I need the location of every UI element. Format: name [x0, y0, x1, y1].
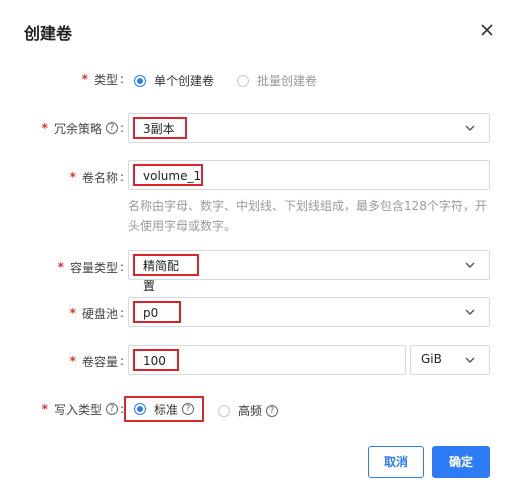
capacity-type-value: 精简配置 — [133, 254, 199, 293]
create-volume-dialog: 创建卷 * 类型: 单个创建卷 批量创建卷 * 冗余策略?: 3副本 * 卷名称: v… — [0, 0, 517, 496]
write-type-label: * 写入类型?: — [41, 402, 124, 417]
redundancy-label: * 冗余策略?: — [41, 121, 124, 136]
type-label: * 类型: — [81, 72, 124, 87]
volume-name-value: volume_1 — [133, 164, 203, 186]
chevron-down-icon — [465, 262, 475, 268]
radio-write-high-frequency[interactable]: 高频 ? — [218, 402, 279, 419]
capacity-input[interactable]: 100 — [128, 345, 406, 375]
capacity-type-select[interactable]: 精简配置 — [128, 250, 490, 293]
name-label: * 卷名称: — [69, 170, 124, 185]
name-hint: 名称由字母、数字、中划线、下划线组成，最多包含128个字符，开头使用字母或数字。 — [128, 199, 487, 233]
disk-pool-select[interactable]: p0 — [128, 297, 490, 327]
radio-batch-create[interactable]: 批量创建卷 — [237, 72, 317, 89]
radio-single-create[interactable]: 单个创建卷 — [134, 72, 214, 89]
chevron-down-icon — [465, 125, 475, 131]
radio-write-standard[interactable]: 标准 ? — [124, 396, 205, 422]
help-icon[interactable]: ? — [105, 403, 118, 415]
redundancy-value: 3副本 — [133, 117, 187, 139]
capacity-value: 100 — [133, 349, 179, 371]
help-icon[interactable]: ? — [182, 403, 195, 415]
confirm-button[interactable]: 确定 — [432, 446, 490, 478]
help-icon[interactable]: ? — [105, 122, 118, 134]
radio-checked-icon — [134, 74, 146, 87]
close-icon[interactable] — [479, 22, 495, 38]
chevron-down-icon — [465, 357, 475, 363]
capacity-label: * 卷容量: — [69, 354, 124, 369]
capacity-type-label: * 容量类型: — [57, 260, 124, 275]
help-icon[interactable]: ? — [266, 404, 279, 417]
radio-unchecked-icon — [218, 404, 230, 417]
chevron-down-icon — [465, 309, 475, 315]
radio-unchecked-icon — [237, 74, 249, 87]
disk-pool-value: p0 — [133, 301, 181, 323]
volume-name-input[interactable]: volume_1 — [128, 160, 490, 190]
pool-label: * 硬盘池: — [69, 306, 124, 321]
redundancy-select[interactable]: 3副本 — [128, 113, 490, 143]
capacity-unit-select[interactable]: GiB — [410, 345, 490, 375]
cancel-button[interactable]: 取消 — [368, 446, 424, 478]
capacity-unit-value: GiB — [421, 352, 442, 366]
radio-checked-icon — [134, 403, 146, 415]
dialog-title: 创建卷 — [24, 24, 73, 43]
